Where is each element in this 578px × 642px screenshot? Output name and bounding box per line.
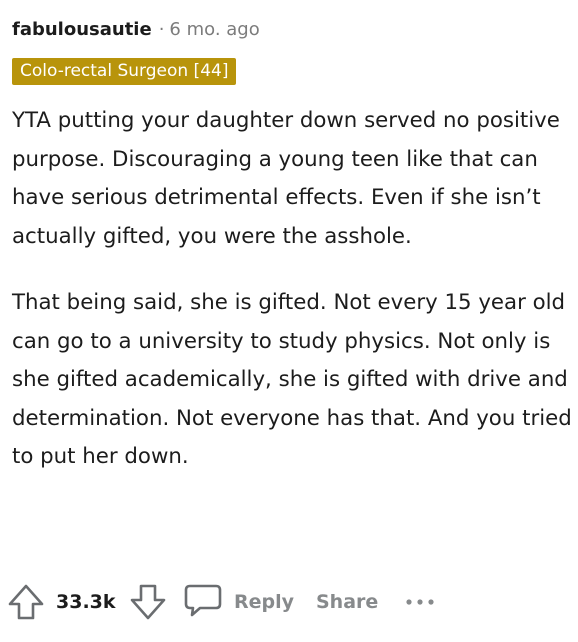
meta-separator: · <box>158 18 165 40</box>
comment-bubble-icon <box>182 580 224 624</box>
comment-paragraph: YTA putting your daughter down served no… <box>12 108 560 249</box>
comment-paragraph: That being said, she is gifted. Not ever… <box>12 290 572 469</box>
username-link[interactable]: fabulousautie <box>12 19 152 40</box>
reply-label: Reply <box>234 591 295 613</box>
comment-body: YTA putting your daughter down served no… <box>12 102 572 477</box>
more-dots-icon[interactable] <box>402 580 438 624</box>
user-flair: Colo-rectal Surgeon [44] <box>12 58 237 85</box>
downvote-arrow-icon[interactable] <box>126 580 170 624</box>
timestamp[interactable]: 6 mo. ago <box>169 19 259 40</box>
share-button[interactable]: Share <box>316 580 378 624</box>
upvote-arrow-icon[interactable] <box>4 580 48 624</box>
comment-meta: fabulousautie · 6 mo. ago <box>12 14 260 44</box>
vote-score: 33.3k <box>56 591 116 613</box>
comment-actions: 33.3k Reply Share <box>0 580 578 624</box>
reply-button[interactable]: Reply <box>182 580 294 624</box>
